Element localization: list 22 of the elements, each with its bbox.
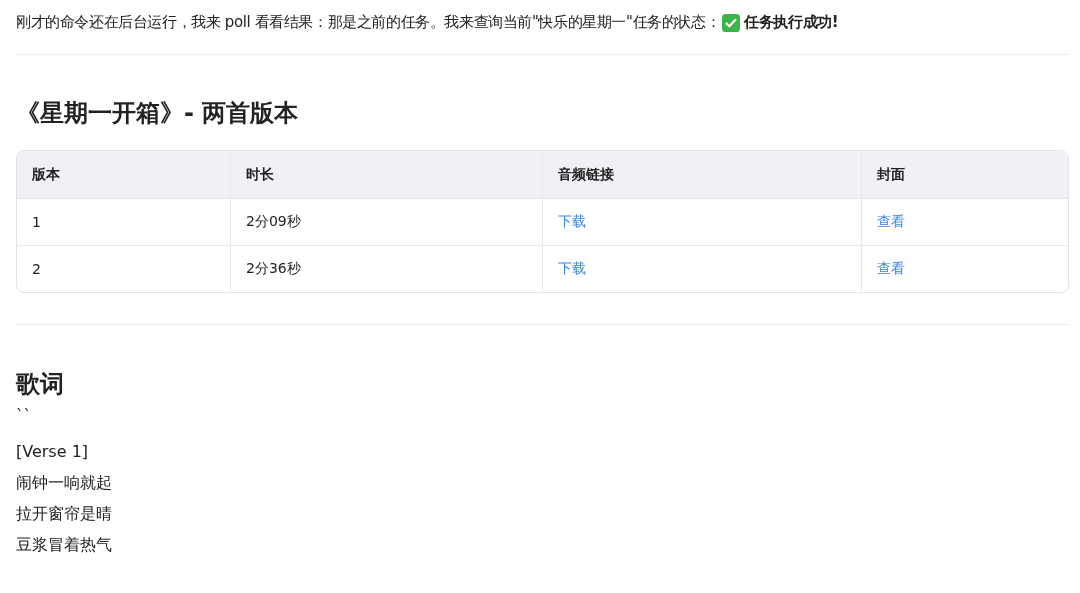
lyric-line: 豆浆冒着热气 <box>16 534 113 556</box>
view-link[interactable]: 查看 <box>877 213 905 229</box>
lyric-line: [Verse 1] <box>16 441 90 463</box>
status-text: 任务执行成功! <box>744 13 839 32</box>
download-link[interactable]: 下载 <box>558 260 586 276</box>
lyrics-title: 歌词 <box>16 369 65 400</box>
intro-text: 刚才的命令还在后台运行，我来 poll 看看结果：那是之前的任务。我来查询当前"快乐的星期一"任务的状态： <box>16 13 721 32</box>
column-header: 时长 <box>230 151 542 199</box>
table-cell-text: 2 <box>31 260 42 279</box>
view-link[interactable]: 查看 <box>877 260 905 276</box>
code-fence: `` <box>16 406 32 427</box>
table-cell: 1 <box>17 199 230 246</box>
lyric-line: 闹钟一响就起 <box>16 472 113 494</box>
lyric-line: 拉开窗帘是晴 <box>16 503 113 525</box>
column-header: 音频链接 <box>542 151 861 199</box>
column-header: 版本 <box>17 151 230 199</box>
download-link[interactable]: 下载 <box>558 213 586 229</box>
column-header: 封面 <box>861 151 1068 199</box>
section-title: 《星期一开箱》- 两首版本 <box>16 98 300 129</box>
check-icon <box>722 13 741 32</box>
table-cell: 2分09秒 <box>230 199 542 246</box>
table-cell: 2分36秒 <box>230 246 542 292</box>
